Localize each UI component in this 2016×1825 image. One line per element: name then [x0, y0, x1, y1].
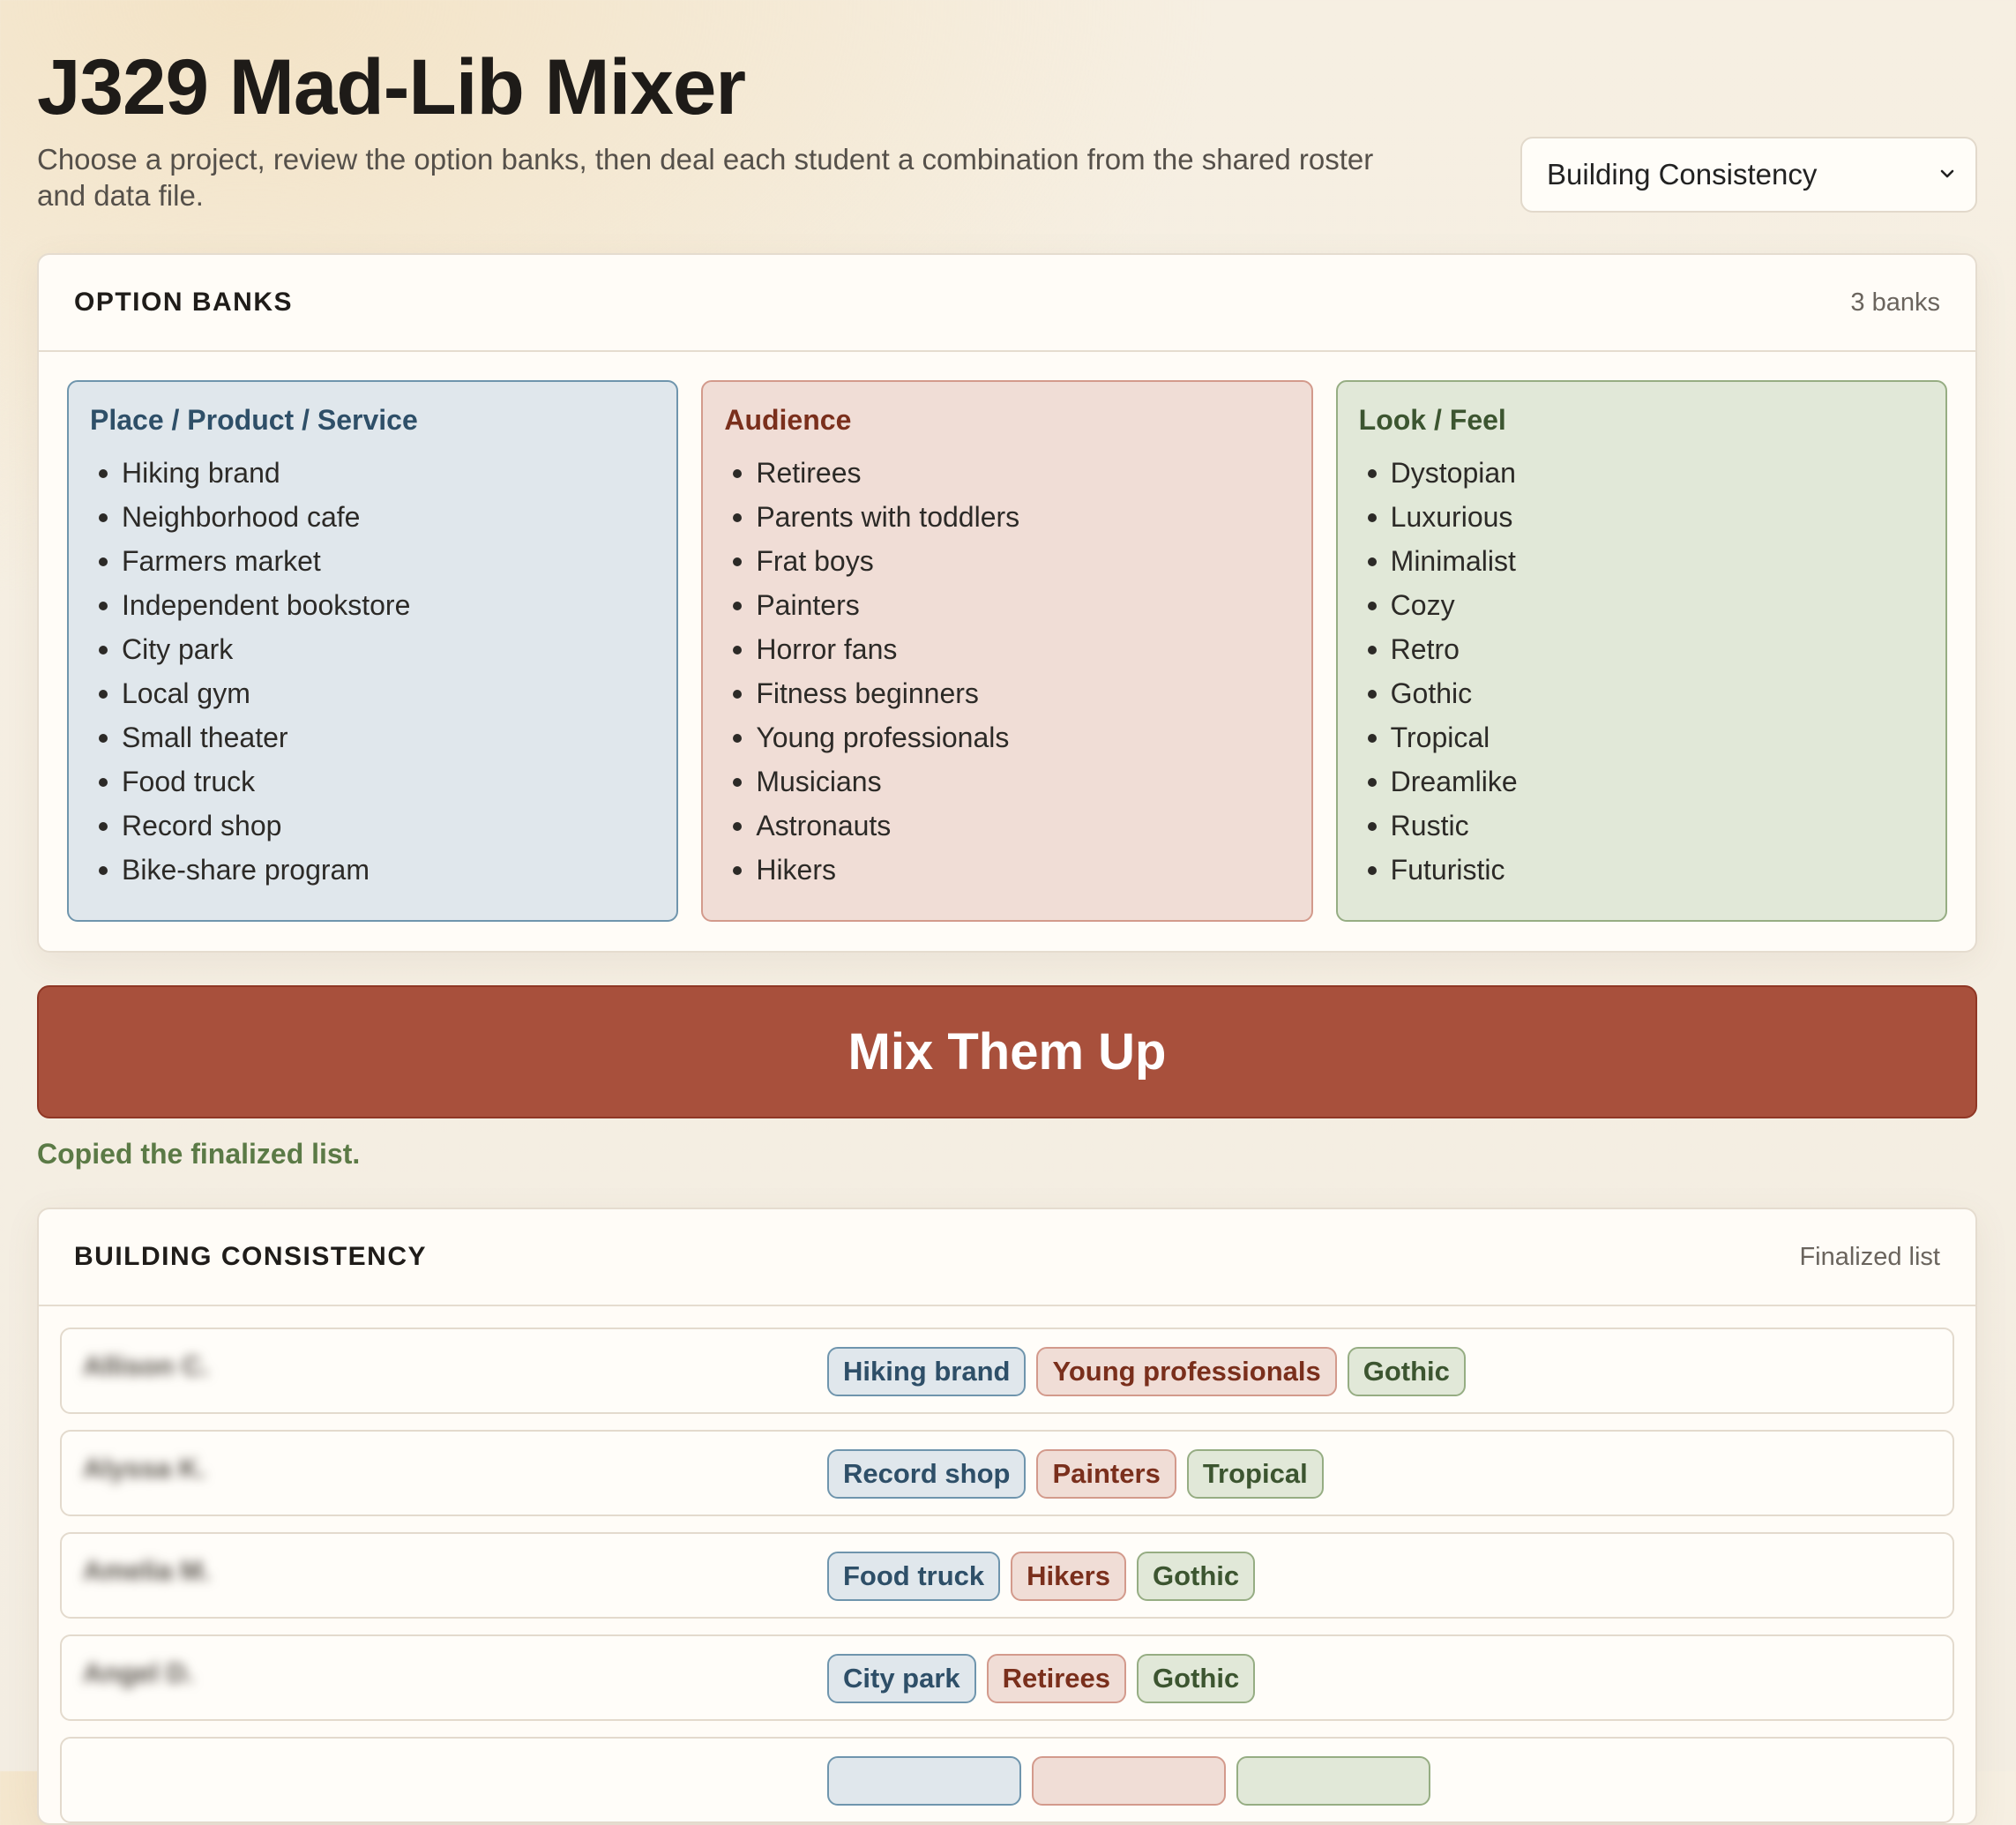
results-header: BUILDING CONSISTENCY Finalized list [39, 1209, 1975, 1306]
table-row: Alyssa K. Record shop Painters Tropical [60, 1430, 1954, 1516]
look-chip: Tropical [1186, 1449, 1324, 1499]
option-banks-header: OPTION BANKS 3 banks [39, 255, 1975, 352]
assignment-chips: Hiking brand Young professionals Gothic [827, 1347, 1466, 1396]
results-title: BUILDING CONSISTENCY [74, 1242, 428, 1271]
look-chip: Gothic [1347, 1347, 1466, 1396]
look-chip [1236, 1756, 1430, 1806]
bank-item: Dystopian [1367, 451, 1924, 495]
bank-place-product-service: Place / Product / Service Hiking brand N… [67, 380, 679, 922]
bank-item: Local gym [98, 671, 655, 715]
option-banks-title: OPTION BANKS [74, 288, 294, 317]
project-select-value: Building Consistency [1547, 158, 1818, 191]
bank-title: Look / Feel [1358, 404, 1506, 436]
page-subtitle: Choose a project, review the option bank… [37, 143, 1374, 212]
audience-chip: Painters [1036, 1449, 1176, 1499]
bank-item: Hikers [733, 848, 1289, 892]
bank-items: Dystopian Luxurious Minimalist Cozy Retr… [1359, 451, 1924, 892]
table-row: Amelia M. Food truck Hikers Gothic [60, 1532, 1954, 1619]
bank-item: Retro [1367, 627, 1924, 671]
bank-title: Place / Product / Service [90, 404, 418, 436]
bank-item: Fitness beginners [733, 671, 1289, 715]
bank-item: Rustic [1367, 804, 1924, 848]
results-meta: Finalized list [1799, 1242, 1940, 1271]
student-name: Alyssa K. [83, 1453, 206, 1484]
chevron-down-icon [1940, 169, 1954, 178]
audience-chip: Retirees [986, 1654, 1127, 1703]
place-chip: Record shop [827, 1449, 1027, 1499]
audience-chip: Young professionals [1036, 1347, 1337, 1396]
bank-item: Young professionals [733, 715, 1289, 759]
place-chip: City park [827, 1654, 976, 1703]
bank-item: Independent bookstore [98, 583, 655, 627]
project-select[interactable]: Building Consistency [1520, 137, 1977, 213]
option-banks-panel: OPTION BANKS 3 banks Place / Product / S… [37, 253, 1977, 953]
table-row: Angel D. City park Retirees Gothic [60, 1634, 1954, 1721]
place-chip [827, 1756, 1021, 1806]
student-name: Angel D. [83, 1657, 194, 1688]
mix-them-up-button[interactable]: Mix Them Up [37, 985, 1977, 1118]
bank-item: Parents with toddlers [733, 495, 1289, 539]
bank-item: Futuristic [1367, 848, 1924, 892]
bank-item: Frat boys [733, 539, 1289, 583]
place-chip: Hiking brand [827, 1347, 1027, 1396]
bank-item: Cozy [1367, 583, 1924, 627]
bank-item: Astronauts [733, 804, 1289, 848]
bank-item: Painters [733, 583, 1289, 627]
bank-item: Dreamlike [1367, 759, 1924, 804]
bank-item: Food truck [98, 759, 655, 804]
bank-item: Musicians [733, 759, 1289, 804]
place-chip: Food truck [827, 1552, 1001, 1601]
app-root: J329 Mad-Lib Mixer Choose a project, rev… [37, 0, 1977, 1825]
table-row: Allison C. Hiking brand Young profession… [60, 1328, 1954, 1414]
bank-item: Small theater [98, 715, 655, 759]
bank-item: Luxurious [1367, 495, 1924, 539]
bank-item: Tropical [1367, 715, 1924, 759]
status-message: Copied the finalized list. [37, 1138, 361, 1170]
bank-item: Gothic [1367, 671, 1924, 715]
bank-items: Retirees Parents with toddlers Frat boys… [724, 451, 1289, 892]
bank-item: City park [98, 627, 655, 671]
bank-item: Minimalist [1367, 539, 1924, 583]
option-banks-list: Place / Product / Service Hiking brand N… [39, 352, 1975, 950]
assignment-chips [827, 1756, 1430, 1806]
page-title: J329 Mad-Lib Mixer [37, 42, 746, 131]
bank-items: Hiking brand Neighborhood cafe Farmers m… [90, 451, 655, 892]
look-chip: Gothic [1136, 1552, 1256, 1601]
audience-chip [1032, 1756, 1226, 1806]
student-name: Allison C. [83, 1350, 209, 1381]
bank-item: Record shop [98, 804, 655, 848]
bank-item: Neighborhood cafe [98, 495, 655, 539]
assignment-chips: City park Retirees Gothic [827, 1654, 1256, 1703]
bank-look-feel: Look / Feel Dystopian Luxurious Minimali… [1335, 380, 1947, 922]
option-banks-count: 3 banks [1850, 288, 1940, 317]
app-header: J329 Mad-Lib Mixer Choose a project, rev… [37, 0, 1977, 254]
assignment-chips: Record shop Painters Tropical [827, 1449, 1324, 1499]
table-row [60, 1737, 1954, 1823]
bank-item: Horror fans [733, 627, 1289, 671]
results-panel: BUILDING CONSISTENCY Finalized list Alli… [37, 1208, 1977, 1825]
bank-item: Farmers market [98, 539, 655, 583]
bank-audience: Audience Retirees Parents with toddlers … [701, 380, 1313, 922]
audience-chip: Hikers [1011, 1552, 1126, 1601]
look-chip: Gothic [1137, 1654, 1256, 1703]
assignment-chips: Food truck Hikers Gothic [827, 1552, 1256, 1601]
bank-item: Hiking brand [98, 451, 655, 495]
results-list: Allison C. Hiking brand Young profession… [39, 1306, 1975, 1823]
bank-item: Bike-share program [98, 848, 655, 892]
bank-title: Audience [724, 404, 852, 436]
student-name: Amelia M. [83, 1555, 211, 1586]
bank-item: Retirees [733, 451, 1289, 495]
